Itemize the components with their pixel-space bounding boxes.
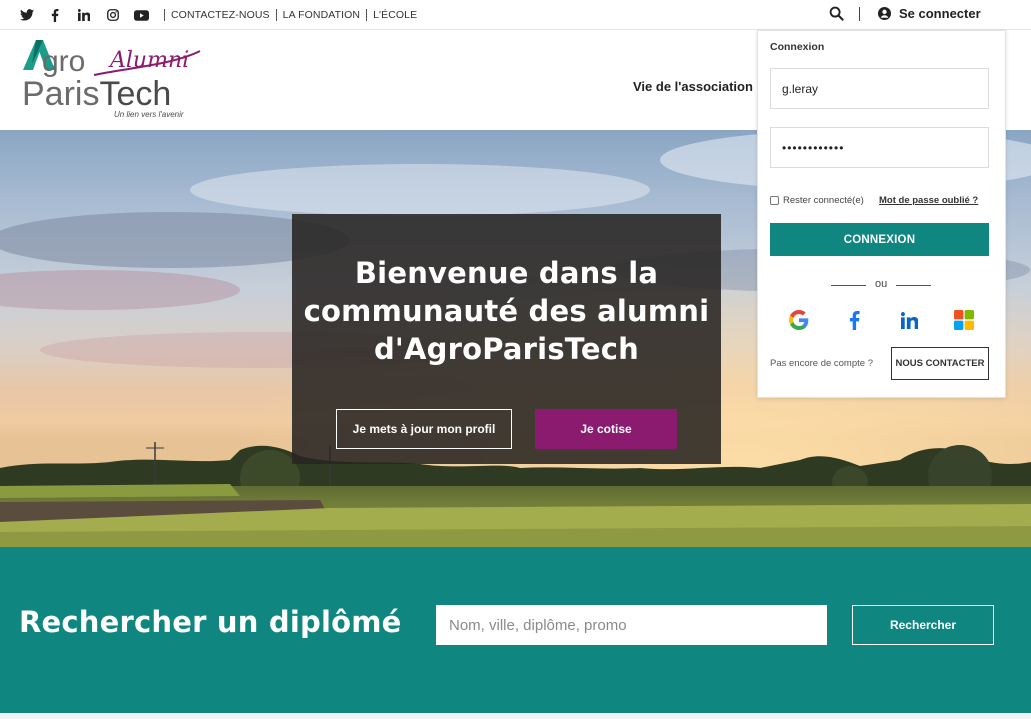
linkedin-icon[interactable]	[73, 0, 95, 30]
login-label: Se connecter	[899, 5, 981, 21]
youtube-icon[interactable]	[130, 0, 152, 30]
password-field[interactable]	[770, 127, 989, 168]
username-field[interactable]	[770, 68, 989, 109]
top-link-fondation[interactable]: LA FONDATION	[283, 9, 360, 21]
top-links: CONTACTEZ-NOUS LA FONDATION L'ÉCOLE	[158, 0, 417, 30]
facebook-icon[interactable]	[843, 309, 865, 331]
search-title: Rechercher un diplômé	[19, 605, 402, 639]
remember-me: Rester connecté(e)	[770, 195, 864, 206]
divider	[831, 285, 866, 286]
top-link-ecole[interactable]: L'ÉCOLE	[373, 9, 417, 21]
cotise-button[interactable]: Je cotise	[535, 409, 677, 449]
remember-checkbox[interactable]	[770, 196, 779, 205]
page-footer-strip	[0, 713, 1031, 719]
forgot-password-link[interactable]: Mot de passe oublié ?	[879, 195, 978, 206]
divider	[164, 9, 165, 21]
top-link-contact[interactable]: CONTACTEZ-NOUS	[171, 9, 270, 21]
logo-paristech: ParisTech	[22, 75, 171, 113]
instagram-icon[interactable]	[102, 0, 124, 30]
login-title: Connexion	[770, 41, 825, 53]
twitter-icon[interactable]	[16, 0, 38, 30]
divider	[275, 9, 277, 21]
divider	[859, 7, 860, 21]
nav-vie-association[interactable]: Vie de l'association	[633, 79, 753, 94]
search-icon[interactable]	[829, 6, 845, 22]
login-submit-button[interactable]: CONNEXION	[770, 223, 989, 256]
alumni-search-input[interactable]	[436, 605, 827, 645]
divider	[896, 285, 931, 286]
login-toggle[interactable]: Se connecter	[878, 0, 981, 26]
top-bar: CONTACTEZ-NOUS LA FONDATION L'ÉCOLE Se c…	[0, 0, 1031, 30]
divider	[366, 9, 368, 21]
or-separator: ou	[875, 278, 888, 290]
contact-us-button[interactable]: NOUS CONTACTER	[891, 347, 989, 380]
user-icon	[878, 6, 891, 20]
logo-tagline: Un lien vers l'avenir	[114, 110, 184, 119]
update-profile-button[interactable]: Je mets à jour mon profil	[336, 409, 512, 449]
remember-label: Rester connecté(e)	[783, 195, 864, 206]
hero-title: Bienvenue dans la communauté des alumni …	[303, 256, 710, 366]
logo-agro: gro	[42, 45, 85, 78]
microsoft-icon[interactable]	[953, 309, 975, 331]
site-logo[interactable]: gro ParisTech Alumni Un lien vers l'aven…	[22, 38, 207, 120]
logo-alumni: Alumni	[108, 48, 189, 73]
search-button[interactable]: Rechercher	[852, 605, 994, 645]
google-icon[interactable]	[788, 309, 810, 331]
no-account-text: Pas encore de compte ?	[770, 358, 873, 369]
linkedin-icon[interactable]	[898, 309, 920, 331]
facebook-icon[interactable]	[44, 0, 66, 30]
